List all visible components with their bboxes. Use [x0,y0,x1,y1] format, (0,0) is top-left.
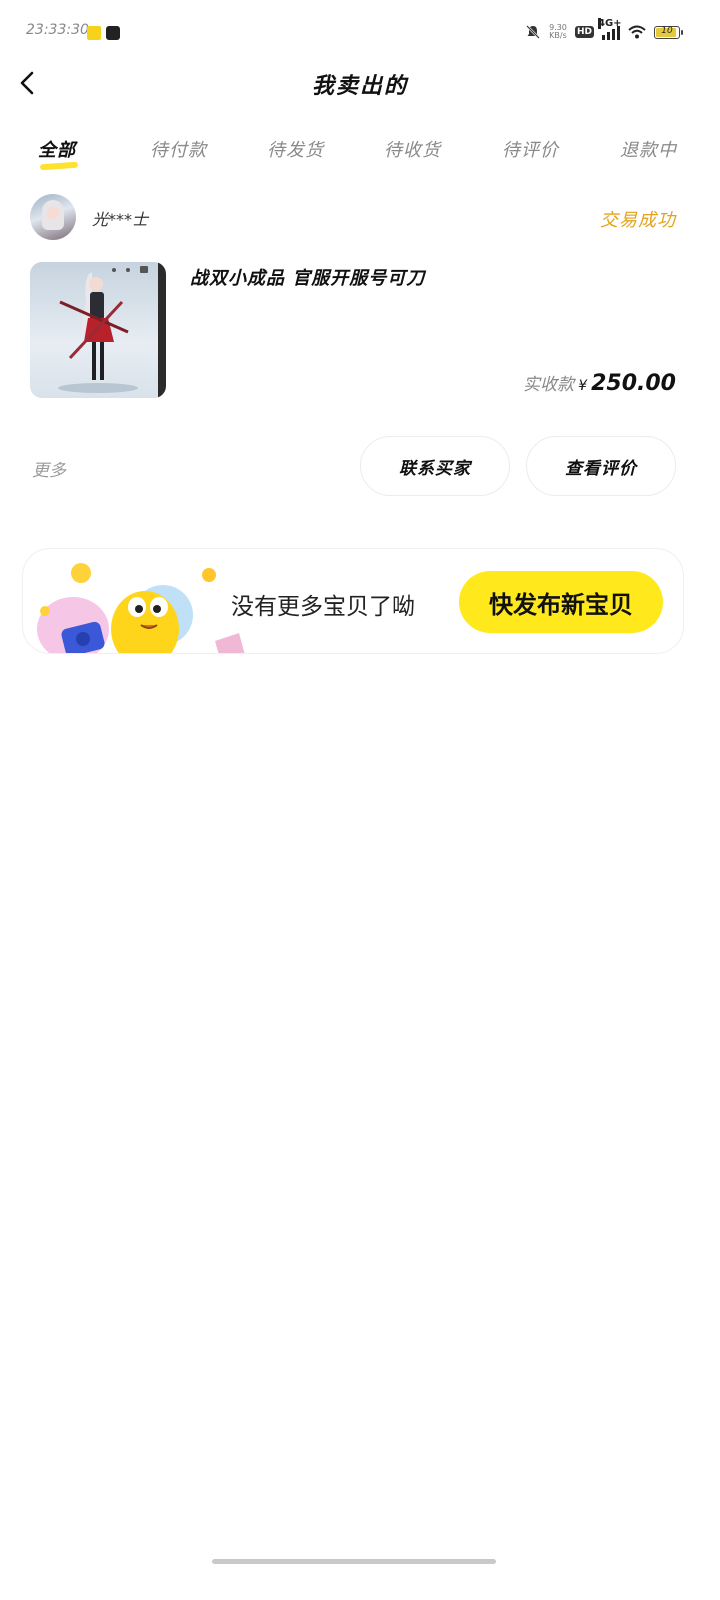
product-title[interactable]: 战双小成品 官服开服号可刀 [190,264,425,290]
network-speed-unit: KB/s [549,31,567,40]
view-review-button[interactable]: 查看评价 [526,436,676,496]
publish-new-item-button[interactable]: 快发布新宝贝 [459,571,663,633]
mascot-illustration [37,563,245,653]
price-currency: ¥ [578,378,588,394]
price-row: 实收款 ¥ 250.00 [523,370,676,396]
signal-icon: 4G+ [598,18,622,40]
hd-icon: HD [574,26,594,38]
product-image [58,262,166,398]
buyer-name[interactable]: 光***士 [92,206,148,230]
battery-icon: 10 [654,25,683,39]
tab-refunding[interactable]: 退款中 [620,136,677,162]
status-time: 23:33:30 [26,22,89,38]
notification-app-icon-2 [106,26,120,40]
wifi-icon [628,25,646,39]
price-label: 实收款 [523,375,575,395]
status-bar: 23:33:30 9.30 KB/s HD 4G+ 10 [0,0,720,64]
contact-buyer-button[interactable]: 联系买家 [360,436,510,496]
avatar[interactable] [30,194,76,240]
tab-pending-shipment[interactable]: 待发货 [267,136,324,162]
home-indicator[interactable] [212,1559,496,1564]
mute-bell-icon [526,25,540,39]
order-tabs: 全部 待付款 待发货 待收货 待评价 退款中 [0,130,720,180]
no-more-items-text: 没有更多宝贝了呦 [231,594,415,620]
network-type: 4G+ [598,18,622,29]
order-card: 光***士 交易成功 战双小成品 官服开服号可刀 实收款 ¥ 250.00 更多… [0,190,720,510]
nav-bar: 我卖出的 [0,56,720,112]
active-tab-indicator [39,161,79,171]
network-speed: 9.30 KB/s [549,24,567,40]
tab-all[interactable]: 全部 [38,136,76,162]
more-button[interactable]: 更多 [32,456,66,481]
product-thumbnail[interactable] [30,262,166,398]
notification-app-icon [87,26,101,40]
page-title: 我卖出的 [311,73,408,99]
empty-banner: 没有更多宝贝了呦 快发布新宝贝 [22,548,684,654]
price-value: 250.00 [591,371,676,396]
tab-pending-payment[interactable]: 待付款 [150,136,207,162]
tab-pending-review[interactable]: 待评价 [502,136,559,162]
status-badge: 交易成功 [600,210,676,231]
tab-pending-receipt[interactable]: 待收货 [384,136,441,162]
battery-level: 10 [661,25,673,36]
status-icons: 9.30 KB/s HD 4G+ 10 [525,18,683,44]
